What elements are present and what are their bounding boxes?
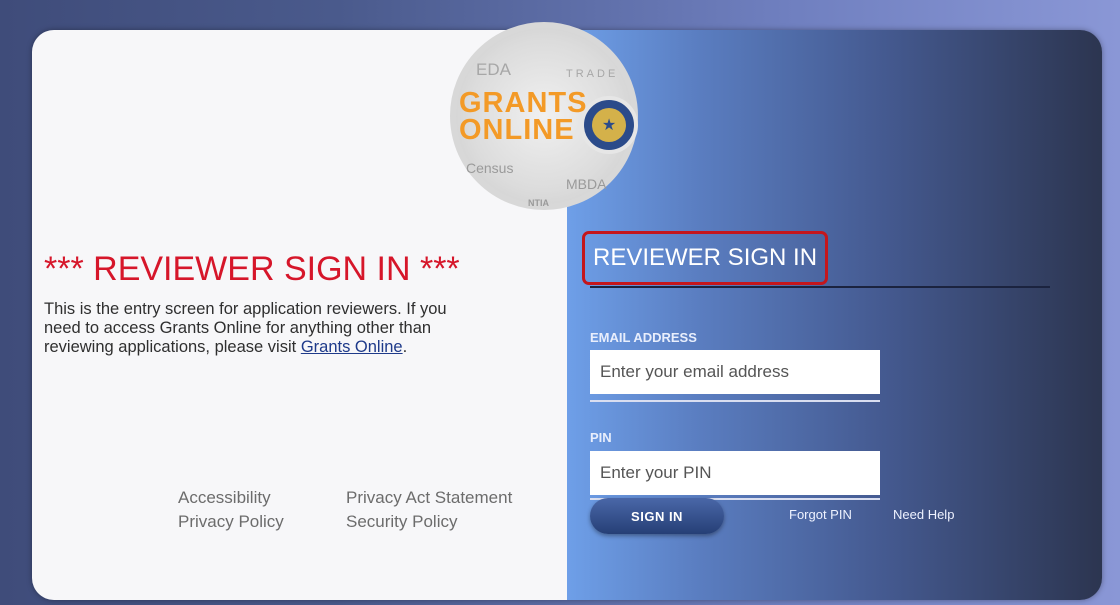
logo-ntia-text: NTIA — [528, 198, 549, 208]
email-label: EMAIL ADDRESS — [590, 330, 697, 345]
logo-census-text: Census — [466, 160, 514, 176]
logo-grants-online-text: GRANTS ONLINE — [459, 87, 588, 146]
privacy-act-statement-link[interactable]: Privacy Act Statement — [346, 488, 512, 508]
accessibility-link[interactable]: Accessibility — [178, 488, 271, 508]
privacy-policy-link[interactable]: Privacy Policy — [178, 512, 284, 532]
title-underline — [590, 286, 1050, 288]
pin-label: PIN — [590, 430, 612, 445]
need-help-link[interactable]: Need Help — [893, 507, 954, 522]
logo-trade-text: TRADE — [566, 68, 619, 80]
forgot-pin-link[interactable]: Forgot PIN — [789, 507, 852, 522]
logo-eda-text: EDA — [476, 60, 511, 79]
sign-in-button[interactable]: SIGN IN — [590, 498, 724, 534]
form-title-highlight: REVIEWER SIGN IN — [582, 231, 828, 285]
grants-online-logo: EDA TRADE GRANTS ONLINE ★ Census MBDA NT… — [450, 22, 638, 210]
grants-online-link[interactable]: Grants Online — [301, 338, 403, 356]
email-underline — [590, 400, 880, 402]
department-of-commerce-seal-icon: ★ — [580, 96, 638, 154]
pin-field[interactable] — [590, 451, 880, 495]
entry-description: This is the entry screen for application… — [44, 300, 447, 356]
logo-mbda-text: MBDA — [566, 176, 607, 192]
security-policy-link[interactable]: Security Policy — [346, 512, 457, 532]
footer-links: Accessibility Privacy Policy Privacy Act… — [146, 488, 512, 538]
form-title: REVIEWER SIGN IN — [593, 244, 818, 271]
page-title: *** REVIEWER SIGN IN *** — [44, 250, 460, 288]
email-field[interactable] — [590, 350, 880, 394]
